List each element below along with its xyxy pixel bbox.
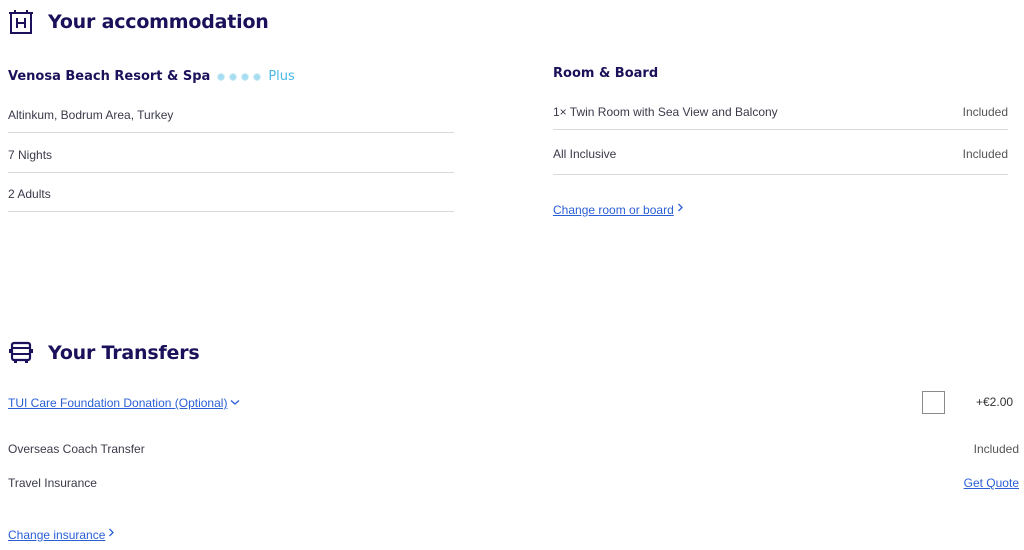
board-row: All Inclusive Included	[553, 147, 1008, 175]
room-board-title: Room & Board	[553, 66, 659, 81]
adults-row: 2 Adults	[8, 187, 454, 212]
chevron-down-icon	[230, 395, 240, 409]
chevron-right-icon	[677, 201, 684, 215]
board-label: All Inclusive	[553, 147, 617, 161]
hotel-name-row: Venosa Beach Resort & Spa Plus	[8, 69, 295, 84]
change-insurance-label[interactable]: Change insurance	[8, 528, 105, 542]
accommodation-header: Your accommodation	[8, 9, 269, 35]
nights-text: 7 Nights	[8, 148, 53, 162]
star-icon	[216, 71, 227, 82]
donation-label[interactable]: TUI Care Foundation Donation (Optional)	[8, 396, 227, 410]
insurance-label: Travel Insurance	[8, 476, 97, 490]
transfers-title: Your Transfers	[48, 342, 200, 364]
donation-checkbox[interactable]	[922, 391, 945, 414]
board-status: Included	[962, 147, 1008, 161]
location-text: Altinkum, Bodrum Area, Turkey	[8, 108, 174, 122]
location-row: Altinkum, Bodrum Area, Turkey	[8, 108, 454, 133]
adults-text: 2 Adults	[8, 187, 51, 201]
star-icon	[240, 71, 251, 82]
room-row: 1× Twin Room with Sea View and Balcony I…	[553, 105, 1008, 130]
transfers-header: Your Transfers	[8, 340, 200, 366]
hotel-icon	[8, 9, 34, 35]
change-insurance-link[interactable]: Change insurance	[8, 528, 115, 542]
accommodation-title: Your accommodation	[48, 11, 269, 33]
get-quote-link[interactable]: Get Quote	[964, 476, 1019, 490]
coach-transfer-row: Overseas Coach Transfer Included	[8, 442, 1019, 456]
room-label: 1× Twin Room with Sea View and Balcony	[553, 105, 778, 119]
coach-label: Overseas Coach Transfer	[8, 442, 145, 456]
star-icon	[228, 71, 239, 82]
hotel-rating	[216, 71, 264, 82]
nights-row: 7 Nights	[8, 148, 454, 173]
chevron-right-icon	[108, 526, 115, 540]
travel-insurance-row: Travel Insurance Get Quote	[8, 476, 1019, 490]
change-room-board-link[interactable]: Change room or board	[553, 203, 684, 217]
rating-plus-label: Plus	[268, 69, 295, 84]
hotel-name: Venosa Beach Resort & Spa	[8, 69, 211, 84]
donation-link[interactable]: TUI Care Foundation Donation (Optional)	[8, 396, 240, 410]
bus-icon	[8, 340, 34, 366]
coach-status: Included	[973, 442, 1019, 456]
donation-price: +€2.00	[976, 395, 1014, 409]
star-icon	[252, 71, 263, 82]
change-room-board-label[interactable]: Change room or board	[553, 203, 674, 217]
booking-summary: Your accommodation Venosa Beach Resort &…	[0, 0, 1024, 550]
room-status: Included	[962, 105, 1008, 119]
